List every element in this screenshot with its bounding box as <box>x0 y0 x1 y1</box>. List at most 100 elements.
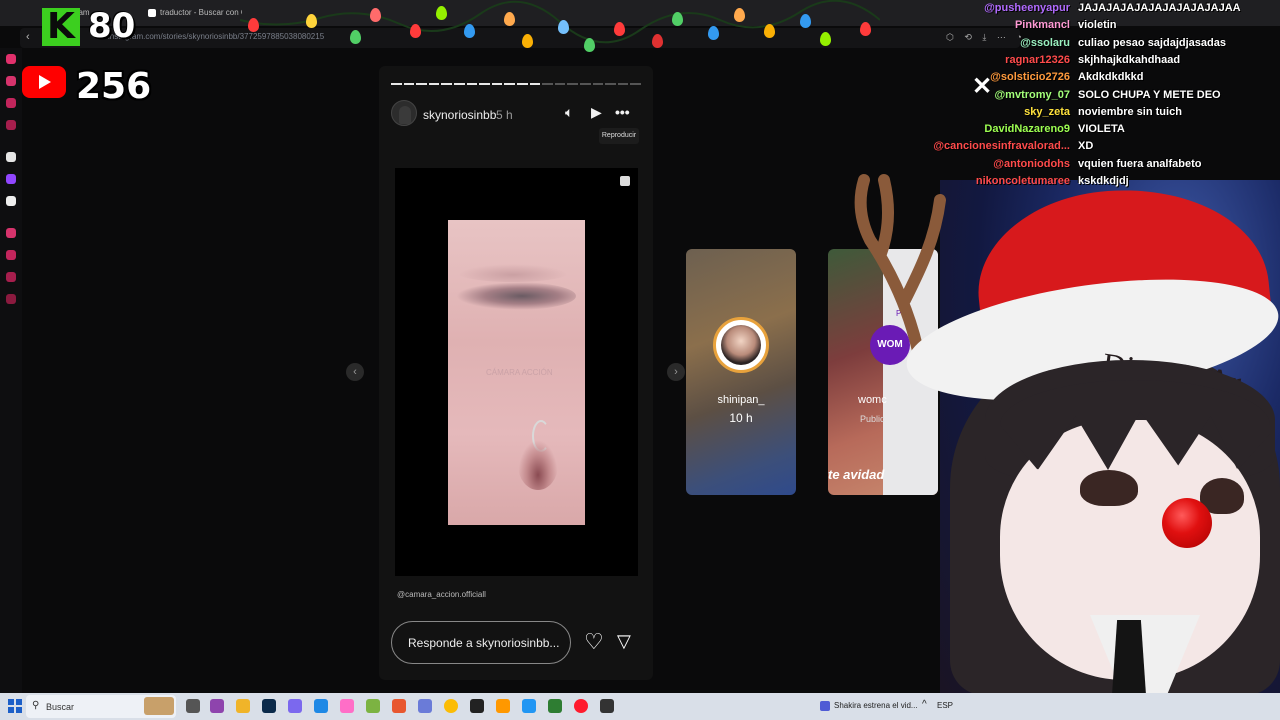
twitch-icon[interactable] <box>6 174 16 184</box>
browser-sidebar <box>0 48 22 693</box>
screen: Instagram traductor - Buscar con G ‹ ins… <box>0 0 1280 720</box>
card-caption: te avidad <box>828 467 885 482</box>
reply-placeholder: Responde a skynoriosinbb... <box>408 636 560 650</box>
taskbar-news[interactable]: Shakira estrena el vid... <box>834 701 918 710</box>
file-explorer-icon[interactable] <box>236 699 250 713</box>
eye-shade <box>456 282 576 310</box>
light-bulb <box>350 30 361 44</box>
chat-username[interactable]: @pusheenyapur <box>900 2 1070 14</box>
x-icon[interactable] <box>6 196 16 206</box>
app-icon[interactable] <box>6 250 16 260</box>
app-icon[interactable] <box>6 272 16 282</box>
red-nose <box>1162 498 1212 548</box>
chat-username[interactable]: nikoncoletumaree <box>900 175 1070 187</box>
chat-username[interactable]: @cancionesinfravalorad... <box>900 140 1070 152</box>
app-icon[interactable] <box>470 699 484 713</box>
volume-icon[interactable]: 🔈︎ <box>565 104 573 121</box>
edge-icon[interactable] <box>314 699 328 713</box>
search-highlight-image[interactable] <box>144 697 174 715</box>
chat-username[interactable]: Pinkmancl <box>900 19 1070 31</box>
next-story-arrow-icon[interactable]: › <box>667 363 685 381</box>
vegas-icon[interactable] <box>262 699 276 713</box>
firefox-icon[interactable] <box>392 699 406 713</box>
chat-username[interactable]: @antoniodohs <box>900 158 1070 170</box>
progress-segment <box>454 83 465 85</box>
progress-segment <box>466 83 478 85</box>
previous-story-arrow-icon[interactable]: ‹ <box>346 363 364 381</box>
light-bulb <box>764 24 775 38</box>
back-icon[interactable]: ‹ <box>26 31 30 43</box>
chrome-icon[interactable] <box>444 699 458 713</box>
light-bulb <box>652 34 663 48</box>
app-icon[interactable] <box>522 699 536 713</box>
next-story-card[interactable]: shinipan_ 10 h <box>686 249 796 495</box>
story-image: CÁMARA ACCIÓN <box>448 220 585 525</box>
app-icon[interactable] <box>6 120 16 130</box>
chat-text: noviembre sin tuich <box>1078 105 1182 118</box>
mute-icon[interactable] <box>620 176 630 186</box>
windows-taskbar: ⚲ Buscar Shakira estrena el vid... ^ ESP <box>0 693 1280 720</box>
christmas-lights <box>239 0 881 60</box>
light-bulb <box>370 8 381 22</box>
tab-label: traductor - Buscar con G <box>160 8 242 17</box>
progress-segment <box>391 83 402 85</box>
app-icon[interactable] <box>496 699 510 713</box>
chat-text: VIOLETA <box>1078 123 1125 136</box>
next-story-avatar <box>713 317 769 373</box>
news-icon <box>820 701 830 711</box>
light-bulb <box>800 14 811 28</box>
arc-icon[interactable] <box>6 152 16 162</box>
app-icon[interactable] <box>366 699 380 713</box>
next-story-username: shinipan_ <box>717 394 765 406</box>
reply-input[interactable]: Responde a skynoriosinbb... <box>391 621 571 664</box>
light-bulb <box>436 6 447 20</box>
app-icon[interactable] <box>600 699 614 713</box>
play-icon <box>39 75 51 89</box>
chat-username[interactable]: DavidNazareno9 <box>900 123 1070 135</box>
opera-icon[interactable] <box>574 699 588 713</box>
story-time: 5 h <box>496 108 513 122</box>
story-media[interactable]: CÁMARA ACCIÓN <box>395 168 638 576</box>
windows-start-icon[interactable] <box>8 699 22 713</box>
avatar-tie <box>1112 620 1146 695</box>
app-icon[interactable] <box>288 699 302 713</box>
play-icon[interactable]: ▶ <box>591 104 602 121</box>
light-bulb <box>860 22 871 36</box>
app-icon[interactable] <box>6 76 16 86</box>
taskbar-language[interactable]: ESP <box>937 701 953 710</box>
app-icon[interactable] <box>6 228 16 238</box>
chat-username[interactable]: @mvtromy_07 <box>900 89 1070 101</box>
chevron-up-icon[interactable]: ^ <box>922 699 927 710</box>
send-icon[interactable]: ▽ <box>617 631 631 652</box>
kick-logo: K <box>42 8 80 46</box>
chat-username[interactable]: ragnar12326 <box>900 54 1070 66</box>
app-icon[interactable] <box>6 98 16 108</box>
story-viewer[interactable]: skynoriosinbb 5 h 🔈︎ ▶ ••• Reproducir CÁ… <box>379 66 653 680</box>
light-bulb <box>410 24 421 38</box>
chat-username[interactable]: @solsticio2726 <box>900 71 1070 83</box>
story-mention[interactable]: @camara_accion.officiall <box>397 590 486 599</box>
play-tooltip: Reproducir <box>599 128 639 144</box>
settings-icon[interactable] <box>6 294 16 304</box>
app-icon[interactable] <box>418 699 432 713</box>
chat-username[interactable]: @ssolaru <box>900 37 1070 49</box>
app-icon[interactable] <box>548 699 562 713</box>
progress-segment <box>491 83 503 85</box>
copilot-icon[interactable] <box>210 699 224 713</box>
progress-segment <box>403 83 415 85</box>
chat-text: JAJAJAJAJAJAJAJAJAJAJAA <box>1078 2 1241 14</box>
taskbar-search-placeholder: Buscar <box>46 702 75 712</box>
instagram-icon[interactable] <box>6 54 16 64</box>
like-heart-icon[interactable]: ♡ <box>584 629 604 655</box>
chat-text: skjhhajkdkahdhaad <box>1078 53 1181 66</box>
more-options-icon[interactable]: ••• <box>615 104 630 120</box>
task-view-icon[interactable] <box>186 699 200 713</box>
chat-username[interactable]: sky_zeta <box>900 106 1070 118</box>
progress-segment <box>567 83 578 85</box>
app-icon[interactable] <box>340 699 354 713</box>
story-avatar[interactable] <box>391 100 417 126</box>
progress-segment <box>529 83 541 85</box>
tab-traductor[interactable]: traductor - Buscar con G <box>146 4 242 22</box>
story-username[interactable]: skynoriosinbb <box>423 108 496 122</box>
progress-segment <box>428 83 440 85</box>
